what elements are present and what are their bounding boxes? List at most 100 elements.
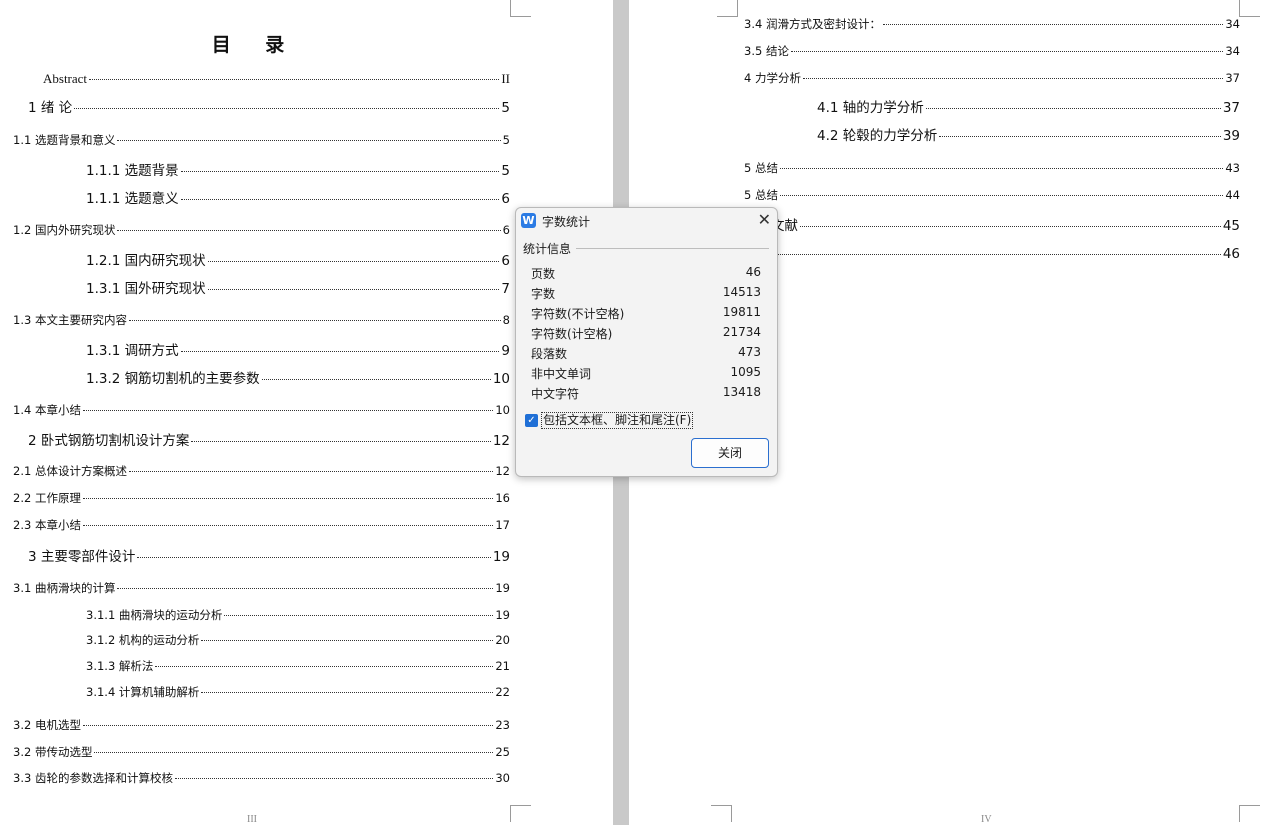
crop-mark bbox=[711, 805, 732, 822]
toc-entry[interactable]: 3.1.2 机构的运动分析 20 bbox=[86, 632, 510, 648]
toc-entry-page: 6 bbox=[502, 223, 510, 237]
toc-entry-label: 3.5 结论 bbox=[744, 44, 789, 58]
toc-leader bbox=[261, 379, 491, 380]
toc-entry[interactable]: 1.3.1 国外研究现状 7 bbox=[86, 277, 510, 297]
toc-entry-page: 10 bbox=[492, 371, 510, 387]
toc-entry[interactable]: 2.1 总体设计方案概述 12 bbox=[13, 463, 510, 479]
toc-entry[interactable]: 3.5 结论 34 bbox=[744, 43, 1240, 59]
toc-entry-label: 1 绪 论 bbox=[28, 100, 73, 116]
toc-entry[interactable]: 4.2 轮毂的力学分析 39 bbox=[817, 124, 1240, 144]
stat-row-chars-with-spaces: 字符数(计空格) 21734 bbox=[531, 325, 761, 345]
toc-entry-label: 3 主要零部件设计 bbox=[28, 549, 136, 565]
close-button[interactable]: 关闭 bbox=[691, 438, 769, 468]
toc-entry-page: 16 bbox=[495, 491, 510, 505]
toc-entry[interactable]: 1.3.1 调研方式 9 bbox=[86, 339, 510, 359]
stat-value: 19811 bbox=[722, 305, 761, 319]
toc-entry-page: 39 bbox=[1222, 128, 1240, 144]
toc-leader bbox=[82, 525, 494, 526]
toc-entry[interactable]: 3.3 齿轮的参数选择和计算校核 30 bbox=[13, 770, 510, 786]
toc-entry-page: 10 bbox=[495, 403, 510, 417]
stat-row-non-chinese-words: 非中文单词 1095 bbox=[531, 365, 761, 385]
toc-entry-label: 1.1.1 选题意义 bbox=[86, 191, 179, 207]
toc-entry-label: 3.1.4 计算机辅助解析 bbox=[86, 685, 200, 699]
toc-entry-label: 5 总结 bbox=[744, 161, 778, 175]
page-number: III bbox=[247, 814, 257, 825]
toc-leader bbox=[802, 78, 1224, 79]
toc-entry-page: 34 bbox=[1225, 44, 1240, 58]
toc-entry-page: 23 bbox=[495, 718, 510, 732]
crop-mark bbox=[510, 805, 531, 822]
toc-entry[interactable]: 2.3 本章小结 17 bbox=[13, 517, 510, 533]
toc-entry[interactable]: 致 谢46 bbox=[744, 242, 1240, 262]
page-number: IV bbox=[981, 814, 992, 825]
toc-entry-page: 37 bbox=[1222, 100, 1240, 116]
toc-entry[interactable]: 4.1 轴的力学分析 37 bbox=[817, 96, 1240, 116]
toc-entry-page: 20 bbox=[495, 633, 510, 647]
toc-entry-label: 1.2.1 国内研究现状 bbox=[86, 253, 206, 269]
include-textbox-footnotes-option[interactable]: ✓ 包括文本框、脚注和尾注(F) bbox=[525, 412, 694, 429]
toc-entry[interactable]: Abstract II bbox=[43, 71, 510, 87]
toc-entry-page: 7 bbox=[501, 281, 510, 297]
toc-entry[interactable]: 5 总结 44 bbox=[744, 187, 1240, 203]
toc-entry-label: 3.1 曲柄滑块的计算 bbox=[13, 581, 116, 595]
wps-writer-icon: W bbox=[521, 213, 536, 228]
stat-value: 13418 bbox=[722, 385, 761, 399]
close-icon[interactable]: ✕ bbox=[758, 210, 771, 230]
include-textbox-footnotes-checkbox[interactable]: ✓ bbox=[525, 414, 538, 427]
toc-entry-page: 6 bbox=[501, 191, 510, 207]
toc-entry[interactable]: 2.2 工作原理 16 bbox=[13, 490, 510, 506]
toc-entry-page: 5 bbox=[501, 100, 510, 116]
toc-leader bbox=[925, 108, 1221, 109]
stat-label: 字数 bbox=[531, 287, 556, 301]
toc-entry[interactable]: 3.1.3 解析法 21 bbox=[86, 658, 510, 674]
toc-entry-page: 37 bbox=[1225, 71, 1240, 85]
toc-entry-label: 2 卧式钢筋切割机设计方案 bbox=[28, 433, 190, 449]
toc-entry[interactable]: 3.2 带传动选型 25 bbox=[13, 744, 510, 760]
toc-leader bbox=[779, 168, 1224, 169]
toc-leader bbox=[117, 140, 501, 141]
toc-entry-label: 3.1.3 解析法 bbox=[86, 659, 154, 673]
toc-entry-label: 1.1.1 选题背景 bbox=[86, 163, 179, 179]
dialog-titlebar[interactable]: W 字数统计 ✕ bbox=[516, 208, 777, 234]
toc-leader bbox=[939, 136, 1221, 137]
toc-entry[interactable]: 1.4 本章小结 10 bbox=[13, 402, 510, 418]
stat-row-chinese-chars: 中文字符 13418 bbox=[531, 385, 761, 405]
toc-leader bbox=[201, 640, 494, 641]
toc-leader bbox=[128, 471, 494, 472]
toc-leader bbox=[882, 24, 1224, 25]
toc-entry[interactable]: 1.2 国内外研究现状 6 bbox=[13, 222, 510, 238]
toc-leader bbox=[117, 230, 501, 231]
include-textbox-footnotes-label[interactable]: 包括文本框、脚注和尾注(F) bbox=[541, 412, 694, 429]
toc-entry[interactable]: 1.1.1 选题意义 6 bbox=[86, 187, 510, 207]
toc-leader bbox=[128, 320, 501, 321]
toc-entry[interactable]: 1.3 本文主要研究内容 8 bbox=[13, 312, 510, 328]
toc-entry[interactable]: 1.1 选题背景和意义 5 bbox=[13, 132, 510, 148]
toc-entry[interactable]: 1.1.1 选题背景 5 bbox=[86, 159, 510, 179]
toc-entry[interactable]: 1 绪 论 5 bbox=[28, 96, 510, 116]
toc-entry[interactable]: 5 总结 43 bbox=[744, 160, 1240, 176]
toc-entry-label: 2.3 本章小结 bbox=[13, 518, 81, 532]
toc-entry-page: 12 bbox=[492, 433, 510, 449]
stat-value: 1095 bbox=[730, 365, 761, 379]
toc-leader bbox=[94, 752, 494, 753]
toc-entry-page: 43 bbox=[1225, 161, 1240, 175]
toc-entry[interactable]: 3.4 润滑方式及密封设计： 34 bbox=[744, 16, 1240, 32]
stat-row-chars-no-spaces: 字符数(不计空格) 19811 bbox=[531, 305, 761, 325]
toc-entry[interactable]: 4 力学分析 37 bbox=[744, 70, 1240, 86]
toc-entry-page: 19 bbox=[492, 549, 510, 565]
toc-entry[interactable]: 1.3.2 钢筋切割机的主要参数 10 bbox=[86, 367, 510, 387]
stat-label: 页数 bbox=[531, 267, 556, 281]
toc-entry[interactable]: 1.2.1 国内研究现状 6 bbox=[86, 249, 510, 269]
toc-leader bbox=[224, 615, 494, 616]
toc-entry[interactable]: 3 主要零部件设计 19 bbox=[28, 545, 510, 565]
toc-leader bbox=[180, 171, 500, 172]
toc-leader bbox=[174, 778, 494, 779]
stats-group-label: 统计信息 bbox=[523, 242, 572, 256]
toc-title: 目 录 bbox=[211, 34, 299, 56]
toc-entry[interactable]: 3.2 电机选型 23 bbox=[13, 717, 510, 733]
toc-entry[interactable]: 3.1 曲柄滑块的计算 19 bbox=[13, 580, 510, 596]
toc-entry[interactable]: 3.1.1 曲柄滑块的运动分析 19 bbox=[86, 607, 510, 623]
toc-entry[interactable]: 3.1.4 计算机辅助解析 22 bbox=[86, 684, 510, 700]
toc-entry[interactable]: 参考文献45 bbox=[744, 214, 1240, 234]
toc-entry[interactable]: 2 卧式钢筋切割机设计方案 12 bbox=[28, 429, 510, 449]
